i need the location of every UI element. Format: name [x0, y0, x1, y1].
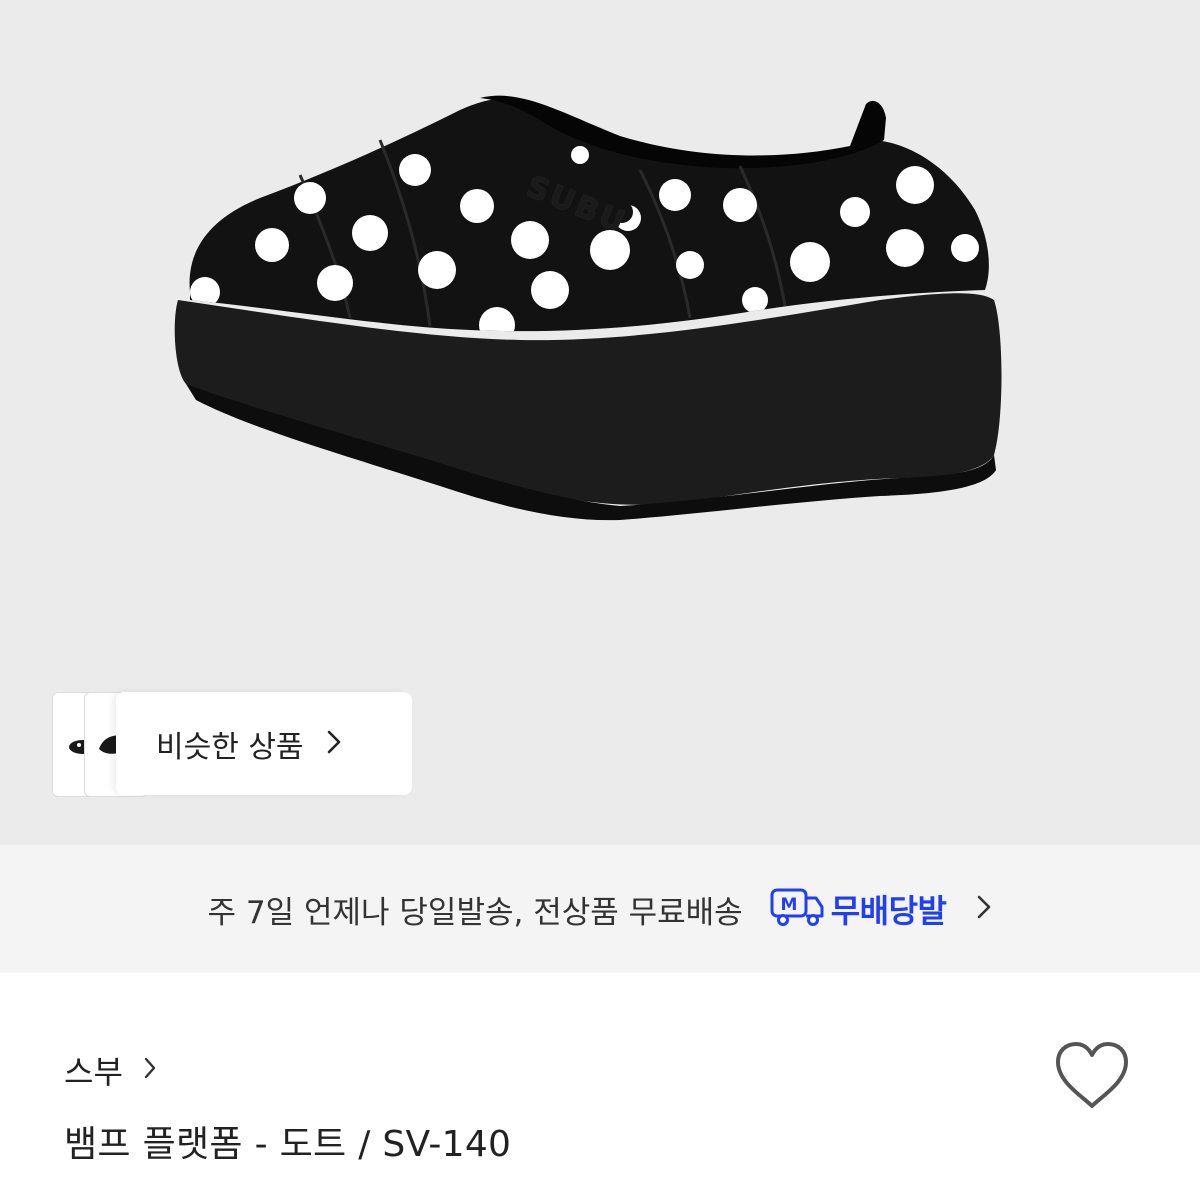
heart-outline-icon [1056, 1042, 1128, 1108]
similar-products-label: 비슷한 상품 [156, 729, 304, 765]
chevron-right-icon [976, 894, 992, 924]
brand-name: 스부 [64, 1053, 123, 1091]
delivery-truck-icon: M [769, 885, 825, 933]
chevron-right-icon [143, 1056, 157, 1084]
brand-link[interactable]: 스부 [64, 1040, 157, 1100]
similar-products-button[interactable]: 비슷한 상품 [116, 692, 412, 795]
free-shipping-badge: M 무배당발 [769, 885, 947, 933]
badge-letter: M [780, 895, 797, 915]
wishlist-button[interactable] [1052, 1040, 1132, 1116]
shipping-banner[interactable]: 주 7일 언제나 당일발송, 전상품 무료배송 M 무배당발 [0, 845, 1200, 973]
chevron-right-icon [326, 729, 342, 759]
product-title: 뱀프 플랫폼 - 도트 / SV-140 [64, 1124, 512, 1165]
shipping-banner-text: 주 7일 언제나 당일발송, 전상품 무료배송 [207, 894, 743, 931]
badge-label: 무배당발 [830, 892, 947, 930]
product-image[interactable]: SUBU 비슷한 상품 [0, 0, 1200, 845]
